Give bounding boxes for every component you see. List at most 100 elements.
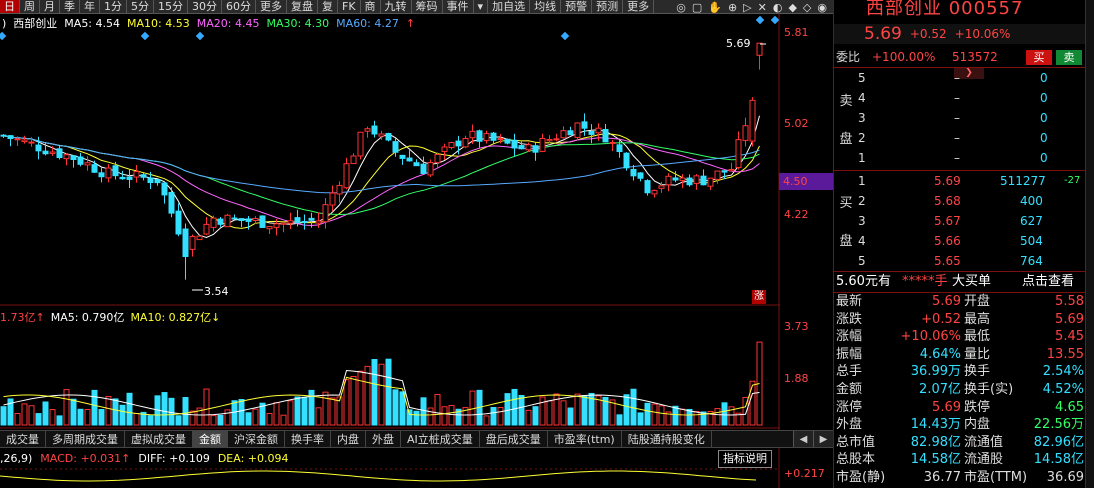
- stat-value: 82.98亿: [910, 434, 961, 450]
- vol-ma5: MA5: 0.790亿: [50, 311, 125, 324]
- stat-key: 涨跌: [836, 311, 863, 327]
- candlestick-svg[interactable]: [0, 0, 833, 488]
- level-num: 3: [858, 214, 866, 228]
- level-vol: 0: [1040, 131, 1048, 145]
- vol-axis-top: 3.73: [784, 320, 809, 333]
- level-price: –: [954, 131, 960, 145]
- stat-row: 外盘 14.43万 内盘 22.56万: [834, 416, 1085, 434]
- stat-value: 5.58: [1055, 294, 1084, 309]
- level-vol: 627: [1020, 214, 1043, 228]
- stat-row: 振幅 4.64% 量比 13.55: [834, 346, 1085, 364]
- big-order-link[interactable]: 点击查看: [1022, 272, 1074, 292]
- stat-value: 5.69: [1055, 311, 1084, 327]
- wei-value: +100.00%: [872, 50, 936, 64]
- stat-value: 5.69: [932, 294, 961, 309]
- level-price: 5.69: [934, 174, 961, 188]
- stat-key: 跌停: [964, 399, 991, 415]
- stat-row: 涨跌 +0.52 最高 5.69: [834, 311, 1085, 329]
- level-diff: -27: [1064, 175, 1081, 186]
- scrollbar[interactable]: [1085, 0, 1094, 488]
- last-price-label: 5.69: [726, 37, 751, 50]
- level-price: –: [954, 71, 960, 85]
- stat-key: 换手: [964, 364, 991, 380]
- stat-key: 市盈(静): [836, 470, 886, 485]
- indicator-tab-11[interactable]: 陆股通持股变化: [622, 431, 712, 447]
- stat-row: 总市值 82.98亿 流通值 82.96亿: [834, 434, 1085, 452]
- tab-next-button[interactable]: ▶: [813, 431, 833, 447]
- price-pct: +10.06%: [954, 27, 1011, 41]
- stat-key: 最新: [836, 294, 863, 309]
- buy-button[interactable]: 买: [1026, 50, 1052, 65]
- stat-key: 总市值: [836, 434, 876, 450]
- indicator-tab-7[interactable]: 外盘: [366, 431, 401, 447]
- level-vol: 0: [1040, 71, 1048, 85]
- level-vol: 504: [1020, 234, 1043, 248]
- level-num: 1: [858, 174, 866, 188]
- sell-level-row[interactable]: 2 – 0: [834, 128, 1085, 148]
- sell-level-row[interactable]: 3 – 0: [834, 108, 1085, 128]
- indicator-tab-6[interactable]: 内盘: [331, 431, 366, 447]
- indicator-tab-8[interactable]: AI立桩成交量: [401, 431, 480, 447]
- level-num: 5: [858, 254, 866, 268]
- level-vol: 400: [1020, 194, 1043, 208]
- stat-key: 总股本: [836, 452, 876, 468]
- diff-value: DIFF: +0.109: [138, 452, 210, 465]
- indicator-tab-2[interactable]: 虚拟成交量: [125, 431, 193, 447]
- big-order-stars: *****手: [902, 274, 948, 289]
- stat-row: 最新 5.69 开盘 5.58: [834, 293, 1085, 311]
- sell-level-row[interactable]: 4 – 0: [834, 88, 1085, 108]
- stat-row: 涨幅 +10.06% 最低 5.45: [834, 328, 1085, 346]
- sell-button[interactable]: 卖: [1056, 50, 1082, 65]
- stat-key: 振幅: [836, 346, 863, 362]
- indicator-help-button[interactable]: 指标说明: [718, 450, 772, 468]
- indicator-tab-9[interactable]: 盘后成交量: [480, 431, 548, 447]
- level-num: 1: [858, 151, 866, 165]
- stat-key: 开盘: [964, 294, 991, 309]
- stat-value: 14.58亿: [910, 452, 961, 468]
- big-order-label: 大买单: [952, 274, 992, 289]
- level-vol: 0: [1040, 91, 1048, 105]
- buy-level-row[interactable]: 1 5.69 511277 -27: [834, 171, 1085, 191]
- stat-value: 4.65: [1055, 399, 1084, 415]
- stat-value: 82.96亿: [1033, 434, 1084, 450]
- stat-row: 总股本 14.58亿 流通股 14.58亿: [834, 451, 1085, 469]
- stat-row: 市盈(静) 36.77 市盈(TTM) 36.69: [834, 469, 1085, 487]
- indicator-tab-10[interactable]: 市盈率(ttm): [548, 431, 622, 447]
- buy-level-row[interactable]: 4 5.66 504: [834, 231, 1085, 251]
- tab-prev-button[interactable]: ◀: [793, 431, 813, 447]
- indicator-tab-0[interactable]: 成交量: [0, 431, 46, 447]
- indicator-tabs: 成交量 多周期成交量 虚拟成交量 金额 沪深金额 换手率 内盘 外盘 AI立桩成交量 盘后成交量市…: [0, 430, 833, 448]
- indicator-tab-4[interactable]: 沪深金额: [228, 431, 285, 447]
- big-order-price: 5.60元有: [836, 274, 891, 289]
- stat-value: 14.43万: [910, 417, 961, 433]
- stat-value: 14.58亿: [1033, 452, 1084, 468]
- sell-level-row[interactable]: 1 – 0: [834, 148, 1085, 168]
- buy-level-row[interactable]: 3 5.67 627: [834, 211, 1085, 231]
- stat-key: 最高: [964, 311, 991, 327]
- stat-key: 涨停: [836, 399, 863, 415]
- level-price: –: [954, 151, 960, 165]
- volume-legend: 1.73亿↑ MA5: 0.790亿 MA10: 0.827亿↓: [0, 309, 220, 325]
- stock-title: 西部创业 000557: [866, 0, 1024, 19]
- axis-mid: 5.02: [784, 117, 809, 130]
- stat-value: 2.07亿: [919, 382, 961, 397]
- indicator-tab-3[interactable]: 金额: [193, 431, 228, 447]
- stat-value: 36.99万: [910, 364, 961, 380]
- level-vol: 0: [1040, 151, 1048, 165]
- indicator-tab-1[interactable]: 多周期成交量: [46, 431, 125, 447]
- stat-value: 36.77: [923, 470, 961, 485]
- kline-chart-panel[interactable]: 日周月季年 1分 5分 15分 30分 60分 更多 复盘复 FK 商九转 筹码 事件 ▾ 加自选 均线 预警…: [0, 0, 833, 488]
- indicator-tab-5[interactable]: 换手率: [285, 431, 331, 447]
- wei-label: 委比: [836, 50, 861, 64]
- stat-key: 最低: [964, 329, 991, 345]
- level-vol: 764: [1020, 254, 1043, 268]
- sell-level-row[interactable]: 5 – 0: [834, 68, 1085, 88]
- buy-level-row[interactable]: 5 5.65 764: [834, 251, 1085, 271]
- macd-legend: ,26,9) MACD: +0.031↑ DIFF: +0.109 DEA: +…: [0, 452, 289, 465]
- buy-level-row[interactable]: 2 5.68 400: [834, 191, 1085, 211]
- level-num: 2: [858, 131, 866, 145]
- stat-key: 内盘: [964, 417, 991, 433]
- macd-params: ,26,9): [0, 452, 33, 465]
- stat-row: 金额 2.07亿 换手(实) 4.52%: [834, 381, 1085, 399]
- stat-row: 总手 36.99万 换手 2.54%: [834, 363, 1085, 381]
